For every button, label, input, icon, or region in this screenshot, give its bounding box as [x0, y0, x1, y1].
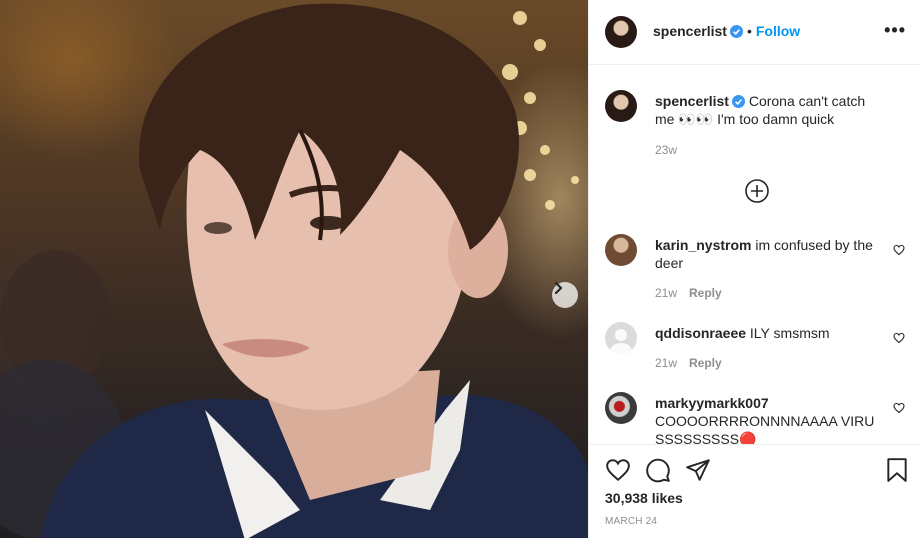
comment-username[interactable]: qddisonraeee — [655, 325, 746, 341]
comments-list[interactable]: spencerlist Corona can't catch me 👀👀 I'm… — [589, 66, 920, 444]
reply-button[interactable]: Reply — [689, 286, 722, 300]
comment-bubble-icon[interactable] — [645, 457, 671, 483]
comment-item: karin_nystrom im confused by the deer 21… — [605, 234, 905, 304]
commenter-avatar[interactable] — [605, 234, 637, 266]
comment-text: COOOORRRRONNNNAAAA VIRUSSSSSSSSS🔴 — [655, 413, 875, 444]
author-avatar[interactable] — [605, 16, 637, 48]
caption-avatar[interactable] — [605, 90, 637, 122]
portrait-illustration — [0, 3, 588, 538]
caption-time: 23w — [655, 143, 677, 157]
next-photo-button[interactable] — [552, 282, 578, 308]
reply-button[interactable]: Reply — [689, 356, 722, 370]
comment-item: qddisonraeee ILY smsmsm 21w Reply — [605, 322, 905, 382]
comment-username[interactable]: markyymarkk007 — [655, 395, 769, 411]
comment-body: markyymarkk007 COOOORRRRONNNNAAAA VIRUSS… — [655, 394, 875, 444]
likes-count[interactable]: 30,938 likes — [605, 490, 683, 506]
post-date[interactable]: MARCH 24 — [605, 516, 657, 527]
caption-username[interactable]: spencerlist — [655, 93, 729, 109]
commenter-avatar[interactable] — [605, 322, 637, 354]
caption-body: spencerlist Corona can't catch me 👀👀 I'm… — [655, 92, 885, 128]
comment-username[interactable]: karin_nystrom — [655, 237, 751, 253]
comment-item: markyymarkk007 COOOORRRRONNNNAAAA VIRUSS… — [605, 392, 905, 444]
verified-badge-icon — [731, 95, 745, 108]
verified-badge-icon — [729, 25, 743, 38]
comment-body: karin_nystrom im confused by the deer — [655, 236, 885, 272]
heart-icon[interactable] — [605, 457, 631, 483]
author-line: spencerlist • Follow — [653, 23, 800, 41]
comment-body: qddisonraeee ILY smsmsm — [655, 324, 885, 342]
post-header: spencerlist • Follow ••• — [589, 0, 920, 65]
author-username[interactable]: spencerlist — [653, 23, 727, 39]
post-side-panel: spencerlist • Follow ••• spencerlist Coron… — [588, 0, 920, 538]
heart-icon[interactable] — [893, 402, 905, 414]
bookmark-icon[interactable] — [885, 457, 909, 483]
post-actions: 30,938 likes MARCH 24 — [589, 444, 920, 538]
comment-time: 21w — [655, 286, 678, 300]
heart-icon[interactable] — [893, 332, 905, 344]
separator-dot: • — [746, 23, 752, 39]
caption: spencerlist Corona can't catch me 👀👀 I'm… — [605, 90, 905, 160]
follow-button[interactable]: Follow — [756, 23, 800, 39]
comment-meta: 21w Reply — [655, 286, 722, 300]
comment-text: ILY smsmsm — [749, 325, 830, 341]
comment-meta: 21w Reply — [655, 356, 722, 370]
heart-icon[interactable] — [893, 244, 905, 256]
plus-circle-icon[interactable] — [745, 179, 769, 203]
chevron-right-icon — [554, 282, 563, 294]
paper-plane-icon[interactable] — [685, 457, 711, 483]
more-options-icon[interactable]: ••• — [884, 20, 906, 41]
commenter-avatar[interactable] — [605, 392, 637, 424]
caption-timestamp: 23w — [655, 143, 678, 157]
comment-time: 21w — [655, 356, 678, 370]
post-photo[interactable] — [0, 0, 588, 538]
